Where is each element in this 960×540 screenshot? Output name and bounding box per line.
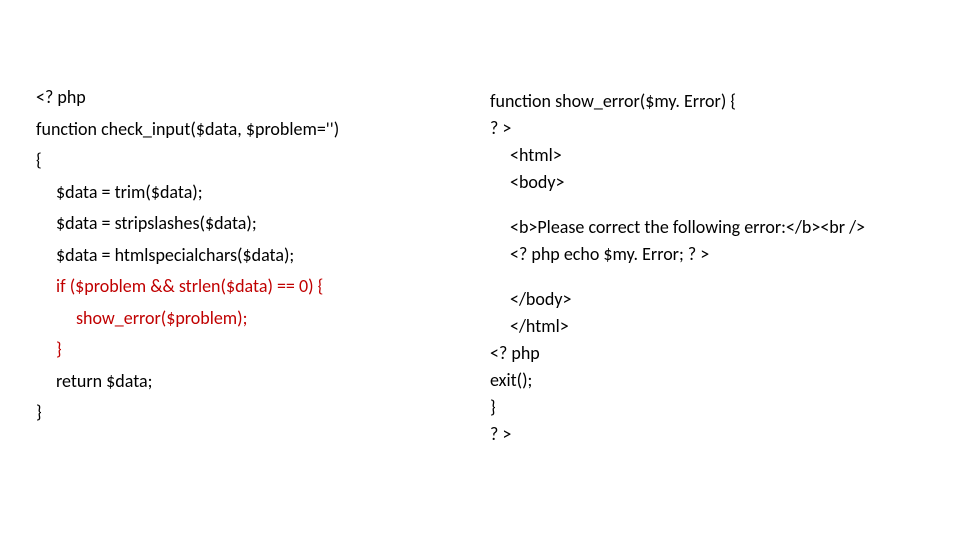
code-line: </body> bbox=[490, 286, 920, 313]
code-line: <b>Please correct the following error:</… bbox=[490, 214, 920, 241]
code-block: </body> </html> <? php exit(); } ? > bbox=[490, 286, 920, 448]
code-block: <b>Please correct the following error:</… bbox=[490, 214, 920, 268]
code-line: if ($problem && strlen($data) == 0) { bbox=[36, 271, 456, 303]
code-line: } bbox=[36, 397, 456, 429]
code-line: ? > bbox=[490, 421, 920, 448]
code-line: } bbox=[490, 394, 920, 421]
code-line: return $data; bbox=[36, 366, 456, 398]
code-line: { bbox=[36, 145, 456, 177]
code-line: function check_input($data, $problem='') bbox=[36, 114, 456, 146]
code-line: ? > bbox=[490, 115, 920, 142]
code-line: <body> bbox=[490, 169, 920, 196]
code-line: function show_error($my. Error) { bbox=[490, 88, 920, 115]
code-line: $data = htmlspecialchars($data); bbox=[36, 240, 456, 272]
code-line: </html> bbox=[490, 313, 920, 340]
left-code-column: <? php function check_input($data, $prob… bbox=[36, 82, 456, 429]
code-line: show_error($problem); bbox=[36, 303, 456, 335]
code-line: <html> bbox=[490, 142, 920, 169]
right-code-column: function show_error($my. Error) { ? > <h… bbox=[490, 88, 920, 448]
code-line: <? php bbox=[36, 82, 456, 114]
code-line: <? php echo $my. Error; ? > bbox=[490, 241, 920, 268]
code-line: $data = trim($data); bbox=[36, 177, 456, 209]
code-line: $data = stripslashes($data); bbox=[36, 208, 456, 240]
code-line: exit(); bbox=[490, 367, 920, 394]
slide: <? php function check_input($data, $prob… bbox=[0, 0, 960, 540]
code-line: <? php bbox=[490, 340, 920, 367]
code-block: function show_error($my. Error) { ? > <h… bbox=[490, 88, 920, 196]
code-line: } bbox=[36, 334, 456, 366]
